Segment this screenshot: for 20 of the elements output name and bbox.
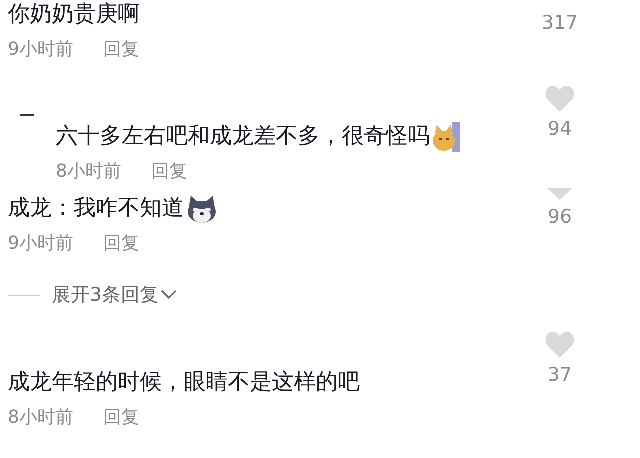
like-count: 94 bbox=[548, 118, 572, 140]
comment-text: 你奶奶贵庚啊 bbox=[8, 1, 140, 29]
comment-time: 9小时前 bbox=[8, 232, 74, 256]
expand-replies-button[interactable]: 展开3条回复 bbox=[52, 282, 178, 308]
cat-emoji-icon bbox=[432, 122, 460, 152]
like-count: 317 bbox=[542, 12, 578, 34]
comment-time: 8小时前 bbox=[8, 406, 74, 430]
comment-time: 8小时前 bbox=[56, 160, 122, 184]
reply-link[interactable]: 回复 bbox=[103, 38, 140, 62]
comment-text: 成龙年轻的时候，眼睛不是这样的吧 bbox=[8, 369, 360, 397]
husky-emoji-icon bbox=[186, 194, 218, 224]
comment-time: 9小时前 bbox=[8, 38, 74, 62]
reply-link[interactable]: 回复 bbox=[103, 232, 140, 256]
comment-text: 成龙：我咋不知道 bbox=[8, 195, 184, 223]
comment-text: 六十多左右吧和成龙差不多，很奇怪吗 bbox=[56, 123, 430, 151]
reply-link[interactable]: 回复 bbox=[103, 406, 140, 430]
like-count: 37 bbox=[548, 364, 572, 386]
like-count: 96 bbox=[548, 206, 572, 228]
chevron-down-icon bbox=[161, 290, 178, 300]
reply-link[interactable]: 回复 bbox=[151, 160, 188, 184]
